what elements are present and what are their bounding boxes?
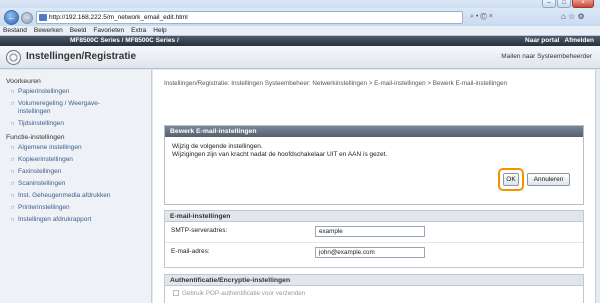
pop-auth-checkbox[interactable] (173, 290, 179, 297)
edit-email-settings-box: Bewerk E-mail-instellingen Wijzig de vol… (164, 125, 584, 205)
window-title-bar: – □ × (0, 0, 600, 8)
ok-button[interactable]: OK (503, 173, 519, 186)
sidebar-item-algemene[interactable]: Algemene instellingen (6, 144, 151, 152)
menu-bewerken[interactable]: Bewerken (34, 26, 63, 35)
breadcrumb: Instellingen/Registratie: Instellingen S… (164, 80, 507, 87)
menu-bar: Bestand Bewerken Beeld Favorieten Extra … (0, 26, 600, 36)
device-model: MF8500C Series / MF8500C Series / (70, 37, 179, 44)
page-header: Instellingen/Registratie Mailen naar Sys… (0, 46, 600, 69)
menu-bestand[interactable]: Bestand (3, 26, 27, 35)
back-arrow-icon: ← (7, 12, 16, 22)
sidebar-item-fax[interactable]: Faxinstellingen (6, 168, 151, 176)
message-line-2: Wijzigingen zijn van kracht nadat de hoo… (172, 151, 388, 158)
message-line-1: Wijzig de volgende instellingen. (172, 143, 263, 150)
sidebar: Voorkeuren Papierinstellingen Volumerege… (0, 70, 152, 303)
settings-icon (6, 50, 21, 65)
minimize-button[interactable]: – (542, 0, 556, 8)
sidebar-item-tijdsinstellingen[interactable]: Tijdsinstellingen (6, 120, 151, 128)
sidebar-heading-voorkeuren: Voorkeuren (6, 78, 41, 85)
sidebar-heading-functie: Functie-instellingen (6, 134, 65, 141)
mail-admin-link[interactable]: Mailen naar Systeembeheerder (501, 53, 592, 60)
menu-help[interactable]: Help (153, 26, 166, 35)
menu-beeld[interactable]: Beeld (70, 26, 87, 35)
smtp-label: SMTP-serveradres: (171, 227, 228, 234)
sidebar-item-papierinstellingen[interactable]: Papierinstellingen (6, 88, 151, 96)
sidebar-item-afdrukrapport[interactable]: Instellingen afdrukrapport (6, 216, 151, 224)
device-strip: MF8500C Series / MF8500C Series / Naar p… (0, 36, 600, 46)
vertical-scrollbar[interactable] (595, 70, 600, 303)
portal-link[interactable]: Naar portal (525, 36, 559, 46)
page-icon (39, 14, 47, 21)
back-button[interactable]: ← (4, 10, 19, 25)
smtp-row: SMTP-serveradres: (165, 223, 583, 243)
auth-section-title: Authentificatie/Encryptie-instellingen (165, 275, 583, 286)
url-text: http://192.168.222.5/m_network_email_edi… (49, 14, 188, 21)
menu-extra[interactable]: Extra (131, 26, 146, 35)
cancel-button[interactable]: Annuleren (527, 173, 570, 186)
maximize-button[interactable]: □ (557, 0, 571, 8)
sidebar-item-volumeregeling[interactable]: Volumeregeling / Weergave- instellingen (6, 100, 151, 116)
email-row: E-mail-adres: (165, 244, 583, 264)
address-toolbar: ← → http://192.168.222.5/m_network_email… (0, 8, 600, 26)
sidebar-item-printer[interactable]: Printerinstellingen (6, 204, 151, 212)
main-content: Instellingen/Registratie: Instellingen S… (153, 70, 600, 303)
forward-button[interactable]: → (21, 11, 33, 24)
logout-link[interactable]: Afmelden (564, 36, 594, 46)
address-tools[interactable]: ⌕ • Ⓒ × (470, 11, 493, 23)
menu-favorieten[interactable]: Favorieten (93, 26, 124, 35)
sidebar-item-scan[interactable]: Scaninstellingen (6, 180, 151, 188)
window-controls: – □ × (542, 0, 594, 8)
url-field[interactable]: http://192.168.222.5/m_network_email_edi… (36, 11, 463, 24)
forward-arrow-icon: → (23, 13, 31, 21)
pop-auth-label: Gebruik POP-authentificatie voor verzend… (182, 290, 306, 297)
sidebar-item-kopieer[interactable]: Kopieerinstellingen (6, 156, 151, 164)
email-settings-section: E-mail-instellingen SMTP-serveradres: E-… (164, 210, 584, 268)
edit-box-message: Wijzig de volgende instellingen. Wijzigi… (165, 137, 583, 159)
email-label: E-mail-adres: (171, 248, 210, 255)
sidebar-item-geheugenmedia[interactable]: Inst. Geheugenmedia afdrukken (6, 192, 151, 200)
smtp-server-input[interactable] (315, 226, 425, 237)
device-links: Naar portal Afmelden (525, 36, 594, 46)
pop-auth-option: Gebruik POP-authentificatie voor verzend… (173, 290, 305, 297)
email-section-title: E-mail-instellingen (165, 211, 583, 222)
auth-encryption-section: Authentificatie/Encryptie-instellingen G… (164, 274, 584, 303)
close-window-button[interactable]: × (572, 0, 594, 8)
email-address-input[interactable] (315, 247, 425, 258)
page-title: Instellingen/Registratie (26, 51, 137, 62)
edit-box-title: Bewerk E-mail-instellingen (165, 126, 583, 137)
browser-tool-icons[interactable]: ⌂ ☆ ⚙ (561, 11, 585, 23)
